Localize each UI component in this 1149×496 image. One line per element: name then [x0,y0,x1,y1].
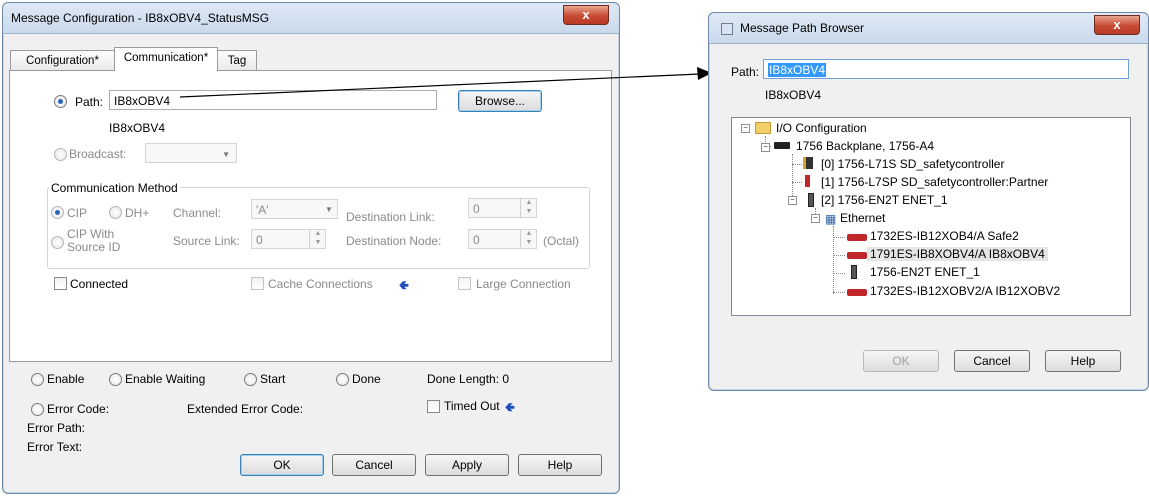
tree-node-io-configuration[interactable]: I/O Configuration [776,121,867,135]
backplane-icon [774,142,790,149]
collapse-icon[interactable]: − [741,124,750,133]
browser-path-value: IB8xOBV4 [768,63,827,77]
tree-line [792,182,802,183]
module-icon [847,289,867,296]
network-icon: ▦ [825,212,837,226]
browser-path-label: Path: [731,65,760,79]
browser-title-bar[interactable]: Message Path Browser x [709,13,1148,44]
tree-line [792,164,802,165]
browser-ok-button[interactable]: OK [863,350,939,372]
app-icon [721,23,733,35]
tree-line [792,154,793,200]
controller-icon [803,157,813,169]
browser-help-button[interactable]: Help [1045,350,1121,372]
tree-node-controller-0[interactable]: [0] 1756-L71S SD_safetycontroller [821,157,1004,171]
tree-line [833,237,845,238]
tree-node-backplane[interactable]: 1756 Backplane, 1756-A4 [796,139,934,153]
folder-icon [755,122,771,134]
collapse-icon[interactable]: − [811,214,820,223]
tab-communication[interactable]: Communication* [114,47,218,71]
tree-node-en2t[interactable]: [2] 1756-EN2T ENET_1 [821,193,948,207]
tree-node-ib8xobv4[interactable]: 1791ES-IB8XOBV4/A IB8xOBV4 [867,247,1048,261]
module-icon [847,252,867,259]
tree-line [833,255,845,256]
collapse-icon[interactable]: − [788,196,797,205]
close-icon[interactable]: x [1094,15,1140,35]
tree-node-ethernet[interactable]: Ethernet [840,211,885,225]
tree-node-ib12xobv2[interactable]: 1732ES-IB12XOBV2/A IB12XOBV2 [870,284,1060,298]
tree-node-safe2[interactable]: 1732ES-IB12XOB4/A Safe2 [870,229,1019,243]
module-icon [808,193,814,207]
module-icon [847,234,867,241]
collapse-icon[interactable]: − [761,143,770,152]
module-icon [851,265,857,279]
tree-line [833,273,845,274]
browser-title: Message Path Browser [740,21,865,35]
controller-icon [805,175,810,187]
tree-node-enet1-child[interactable]: 1756-EN2T ENET_1 [870,265,980,279]
tree-node-controller-1[interactable]: [1] 1756-L7SP SD_safetycontroller:Partne… [821,175,1048,189]
tree-line [833,292,845,293]
browser-cancel-button[interactable]: Cancel [954,350,1030,372]
browser-path-input[interactable]: IB8xOBV4 [763,59,1129,79]
browser-path-resolved: IB8xOBV4 [765,88,822,102]
